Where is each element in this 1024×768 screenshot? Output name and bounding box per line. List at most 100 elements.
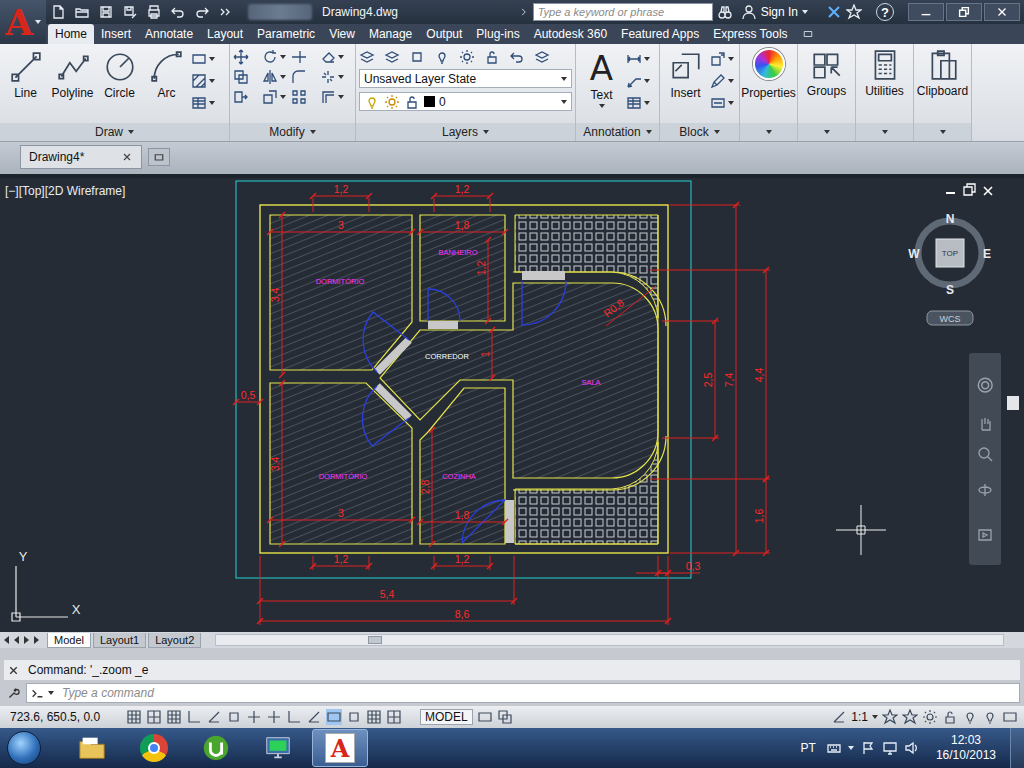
extension-line[interactable] bbox=[313, 198, 314, 212]
dorm-bottom-door[interactable] bbox=[362, 386, 409, 446]
status-tool-icon[interactable] bbox=[942, 709, 958, 725]
layout-nav-arrow-icon[interactable] bbox=[34, 636, 39, 644]
panel-title[interactable] bbox=[798, 123, 855, 141]
ribbon-tab[interactable]: Home bbox=[48, 24, 94, 44]
modify-tool-button[interactable] bbox=[320, 69, 346, 85]
undo-icon[interactable] bbox=[170, 4, 186, 20]
dimension-text[interactable]: 1,2 bbox=[334, 183, 349, 195]
layer-tool-icon[interactable] bbox=[509, 49, 525, 65]
modify-tool-button[interactable] bbox=[291, 89, 317, 105]
taskbar-app[interactable] bbox=[188, 729, 244, 767]
drawing-canvas[interactable]: DORMITÓRIOBANHEIROCORREDORSALADORMITÓRIO… bbox=[0, 178, 1024, 632]
dimension-text[interactable]: 1,2 bbox=[455, 183, 470, 195]
modify-tool-button[interactable] bbox=[320, 89, 346, 105]
dimension-line[interactable] bbox=[313, 196, 369, 197]
draw-tool-button[interactable]: Line bbox=[3, 47, 48, 123]
dimension-line[interactable] bbox=[736, 205, 737, 553]
bottom-inner-wall[interactable] bbox=[515, 544, 658, 545]
redo-icon[interactable] bbox=[194, 4, 210, 20]
dimension-text[interactable]: 1,8 bbox=[455, 219, 470, 231]
ribbon-extra-button[interactable]: Utilities bbox=[856, 44, 913, 123]
modify-tool-button[interactable] bbox=[320, 49, 346, 65]
status-tool-icon[interactable] bbox=[982, 709, 998, 725]
viewport-close-icon[interactable] bbox=[984, 187, 992, 195]
application-menu-button[interactable]: A bbox=[0, 0, 46, 44]
dimension-text[interactable]: 1,2 bbox=[455, 553, 470, 565]
layout-nav-arrow-icon[interactable] bbox=[24, 636, 29, 644]
network-icon[interactable] bbox=[882, 740, 898, 756]
new-tab-button[interactable] bbox=[148, 148, 170, 166]
show-hidden-icons[interactable] bbox=[848, 746, 854, 750]
status-tool-icon[interactable] bbox=[1002, 709, 1018, 725]
sign-in-button[interactable]: Sign In bbox=[741, 4, 808, 20]
draw-tool-button[interactable]: Polyline bbox=[50, 47, 95, 123]
layout-nav-arrow-icon[interactable] bbox=[4, 636, 9, 644]
room-label[interactable]: DORMITÓRIO bbox=[319, 472, 368, 481]
block-small-button[interactable] bbox=[710, 51, 736, 67]
drafting-toggle-icon[interactable] bbox=[266, 709, 282, 725]
wrench-icon[interactable] bbox=[7, 687, 20, 700]
new-icon[interactable] bbox=[50, 4, 66, 20]
dimension-text[interactable]: 0,3 bbox=[686, 560, 701, 572]
viewport-label[interactable]: [−][Top][2D Wireframe] bbox=[5, 184, 125, 198]
viewcube-face[interactable] bbox=[936, 239, 964, 267]
extension-line[interactable] bbox=[434, 198, 435, 212]
drafting-toggle-icon[interactable] bbox=[286, 709, 302, 725]
dimension-line[interactable] bbox=[270, 232, 412, 233]
extension-line[interactable] bbox=[260, 556, 261, 625]
dimension-text[interactable]: 1,6 bbox=[753, 509, 765, 524]
dimension-line[interactable] bbox=[236, 402, 260, 403]
close-icon[interactable] bbox=[984, 3, 1020, 21]
room-dorm-top[interactable] bbox=[270, 215, 412, 370]
dorm-top-threshold[interactable] bbox=[377, 340, 409, 372]
ribbon-tab[interactable]: Parametric bbox=[250, 24, 322, 44]
horizontal-scrollbar[interactable] bbox=[215, 634, 1004, 646]
ribbon-tab[interactable]: Autodesk 360 bbox=[527, 24, 614, 44]
help-button[interactable]: ? bbox=[876, 3, 894, 21]
ribbon-tab[interactable]: Express Tools bbox=[706, 24, 794, 44]
drafting-toggle-icon[interactable] bbox=[346, 709, 362, 725]
modify-tool-button[interactable] bbox=[262, 89, 288, 105]
dimension-text[interactable]: R0,8 bbox=[601, 296, 626, 319]
terrace-threshold[interactable] bbox=[522, 271, 565, 280]
viewcube[interactable]: TOPNSEWWCS bbox=[908, 212, 991, 325]
extension-line[interactable] bbox=[490, 198, 491, 212]
model-space-button[interactable]: MODEL bbox=[420, 709, 473, 725]
room-label[interactable]: BANHEIRO bbox=[438, 248, 477, 257]
drafting-toggle-icon[interactable] bbox=[386, 709, 402, 725]
file-tab[interactable]: Drawing4* bbox=[20, 145, 142, 169]
drafting-toggle-icon[interactable] bbox=[166, 709, 182, 725]
bathroom-door[interactable] bbox=[428, 289, 460, 321]
status-tool-icon[interactable] bbox=[882, 709, 898, 725]
room-dorm-bottom[interactable] bbox=[270, 383, 412, 544]
saveas-icon[interactable] bbox=[122, 4, 138, 20]
panel-title[interactable]: Annotation bbox=[576, 123, 659, 141]
layer-tool-icon[interactable] bbox=[434, 49, 450, 65]
extension-line[interactable] bbox=[434, 556, 435, 570]
compass-north[interactable]: N bbox=[946, 212, 955, 226]
close-command-line-icon[interactable] bbox=[7, 664, 20, 677]
dimension-line[interactable] bbox=[715, 321, 716, 438]
panel-title[interactable] bbox=[856, 123, 913, 141]
ribbon-extra-button[interactable]: Clipboard bbox=[914, 44, 971, 123]
modify-tool-button[interactable] bbox=[291, 49, 317, 65]
drafting-toggle-icon[interactable] bbox=[246, 709, 262, 725]
show-desktop-button[interactable] bbox=[1010, 728, 1024, 768]
extension-line[interactable] bbox=[490, 556, 491, 570]
annotation-scale-icon[interactable] bbox=[831, 709, 847, 725]
dimension-text[interactable]: 5,4 bbox=[380, 588, 395, 600]
floor-plan[interactable]: DORMITÓRIOBANHEIROCORREDORSALADORMITÓRIO… bbox=[233, 183, 770, 625]
compass-west[interactable]: W bbox=[908, 247, 920, 261]
viewport-minimize-icon[interactable] bbox=[946, 192, 955, 194]
layout-tab[interactable]: Model bbox=[47, 633, 91, 648]
status-tool-icon[interactable] bbox=[922, 709, 938, 725]
drafting-toggle-icon[interactable] bbox=[366, 709, 382, 725]
dimension-line[interactable] bbox=[488, 240, 489, 321]
dimension-line[interactable] bbox=[282, 215, 283, 375]
taskbar-app[interactable]: A bbox=[312, 729, 368, 767]
ribbon-tab[interactable]: Plug-ins bbox=[469, 24, 526, 44]
extension-line[interactable] bbox=[369, 556, 370, 570]
ucs-menu-label[interactable]: WCS bbox=[940, 314, 961, 324]
draw-tool-button[interactable]: Arc bbox=[144, 47, 189, 123]
open-icon[interactable] bbox=[74, 4, 90, 20]
